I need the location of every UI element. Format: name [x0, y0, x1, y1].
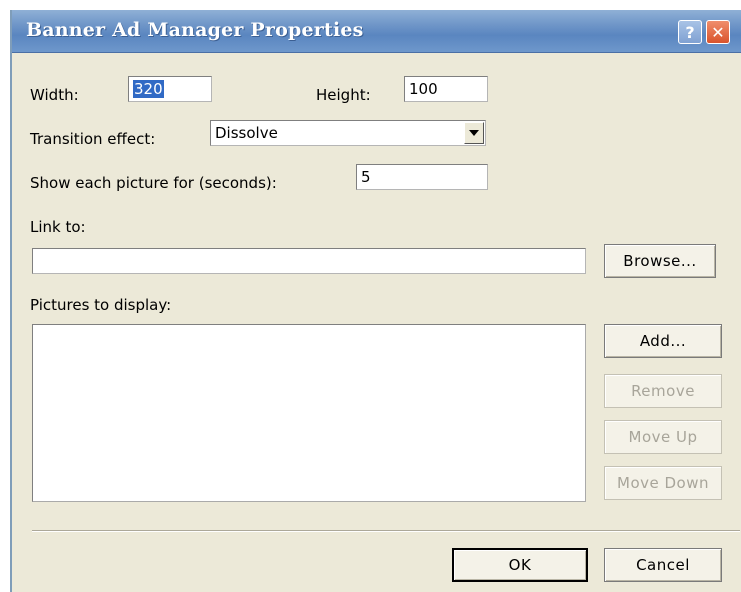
- link-to-label: Link to:: [30, 218, 86, 236]
- width-label: Width:: [30, 86, 79, 104]
- show-duration-value: 5: [361, 168, 371, 186]
- height-label: Height:: [316, 86, 371, 104]
- cancel-button[interactable]: Cancel: [604, 548, 722, 582]
- show-duration-input[interactable]: 5: [356, 164, 488, 190]
- close-x-icon: ✕: [711, 22, 725, 42]
- pictures-label: Pictures to display:: [30, 296, 172, 314]
- browse-button[interactable]: Browse...: [604, 244, 716, 278]
- move-up-button[interactable]: Move Up: [604, 420, 722, 454]
- width-value: 320: [133, 80, 164, 98]
- title-bar[interactable]: Banner Ad Manager Properties ? ✕: [12, 10, 741, 53]
- move-down-button[interactable]: Move Down: [604, 466, 722, 500]
- ok-button[interactable]: OK: [452, 548, 588, 582]
- pictures-list[interactable]: [32, 324, 586, 502]
- transition-effect-label: Transition effect:: [30, 130, 156, 148]
- close-button[interactable]: ✕: [706, 20, 730, 44]
- footer-separator: [32, 530, 740, 532]
- dropdown-button[interactable]: [464, 122, 484, 144]
- help-button[interactable]: ?: [678, 20, 702, 44]
- window-title: Banner Ad Manager Properties: [26, 19, 364, 41]
- question-mark-icon: ?: [685, 22, 695, 42]
- transition-effect-value: Dissolve: [215, 124, 278, 142]
- remove-button[interactable]: Remove: [604, 374, 722, 408]
- transition-effect-select[interactable]: Dissolve: [210, 120, 486, 146]
- link-to-input[interactable]: [32, 248, 586, 274]
- show-duration-label: Show each picture for (seconds):: [30, 174, 277, 192]
- width-input[interactable]: 320: [128, 76, 212, 102]
- chevron-down-icon: [469, 130, 479, 136]
- add-button[interactable]: Add...: [604, 324, 722, 358]
- height-input[interactable]: 100: [404, 76, 488, 102]
- banner-ad-manager-dialog: Banner Ad Manager Properties ? ✕ Width: …: [10, 10, 741, 592]
- height-value: 100: [409, 80, 438, 98]
